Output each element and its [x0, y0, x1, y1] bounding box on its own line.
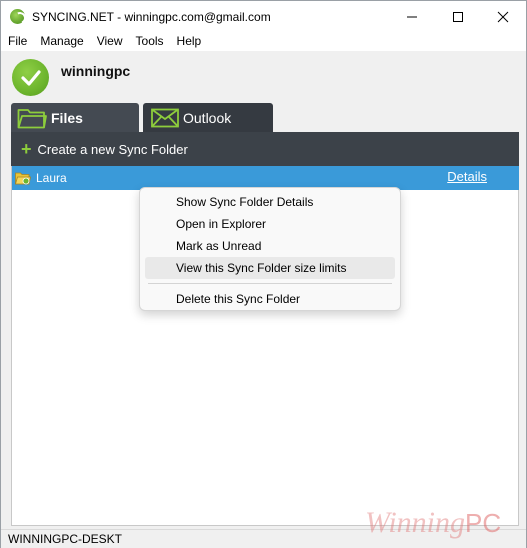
menu-item-delete-folder[interactable]: Delete this Sync Folder	[145, 288, 395, 310]
plus-icon: +	[21, 139, 32, 159]
account-header: winningpc	[1, 51, 526, 103]
close-icon	[497, 11, 509, 22]
menu-bar: File Manage View Tools Help	[1, 32, 526, 51]
create-sync-folder-button[interactable]: + Create a new Sync Folder	[21, 140, 188, 158]
sync-folder-name: Laura	[36, 171, 67, 185]
menu-view[interactable]: View	[90, 32, 129, 51]
menu-item-mark-unread[interactable]: Mark as Unread	[145, 235, 395, 257]
menu-item-label: Delete this Sync Folder	[176, 292, 301, 306]
menu-item-show-details[interactable]: Show Sync Folder Details	[145, 191, 395, 213]
menu-file[interactable]: File	[1, 32, 33, 51]
check-circle-icon	[12, 59, 49, 96]
menu-item-size-limits[interactable]: View this Sync Folder size limits	[145, 257, 395, 279]
envelope-icon	[151, 108, 179, 128]
details-link[interactable]: Details	[447, 169, 487, 184]
menu-separator	[148, 283, 392, 284]
menu-tools[interactable]: Tools	[129, 32, 170, 51]
maximize-button[interactable]	[435, 1, 481, 32]
minimize-button[interactable]	[389, 1, 435, 32]
sync-folder-icon	[15, 171, 31, 185]
tab-outlook[interactable]: Outlook	[143, 103, 273, 133]
account-name: winningpc	[61, 63, 131, 79]
watermark-logo: WinningPC	[365, 506, 501, 540]
window-title: SYNCING.NET - winningpc.com@gmail.com	[32, 10, 271, 24]
status-computer-name: WINNINGPC-DESKT	[8, 532, 122, 546]
syncing-app-icon	[10, 9, 25, 24]
tab-files[interactable]: Files	[11, 103, 139, 133]
tab-files-label: Files	[51, 110, 83, 126]
context-menu: Show Sync Folder Details Open in Explore…	[139, 187, 401, 311]
menu-item-open-explorer[interactable]: Open in Explorer	[145, 213, 395, 235]
tab-outlook-label: Outlook	[183, 110, 232, 126]
minimize-icon	[407, 16, 417, 17]
watermark-text: Winning	[365, 506, 466, 539]
folder-icon	[17, 107, 47, 129]
title-bar[interactable]: SYNCING.NET - winningpc.com@gmail.com	[1, 1, 526, 32]
close-button[interactable]	[480, 1, 526, 32]
app-window: SYNCING.NET - winningpc.com@gmail.com Fi…	[0, 0, 527, 548]
menu-item-label: Mark as Unread	[176, 239, 262, 253]
maximize-icon	[453, 11, 463, 22]
menu-item-label: View this Sync Folder size limits	[176, 261, 347, 275]
files-toolbar: + Create a new Sync Folder	[11, 132, 519, 166]
menu-item-label: Open in Explorer	[176, 217, 267, 231]
menu-manage[interactable]: Manage	[33, 32, 89, 51]
menu-item-label: Show Sync Folder Details	[176, 195, 314, 209]
watermark-suffix: PC	[465, 508, 502, 538]
create-sync-folder-label: Create a new Sync Folder	[37, 141, 188, 157]
menu-help[interactable]: Help	[170, 32, 208, 51]
tab-strip: Files Outlook	[11, 103, 527, 133]
